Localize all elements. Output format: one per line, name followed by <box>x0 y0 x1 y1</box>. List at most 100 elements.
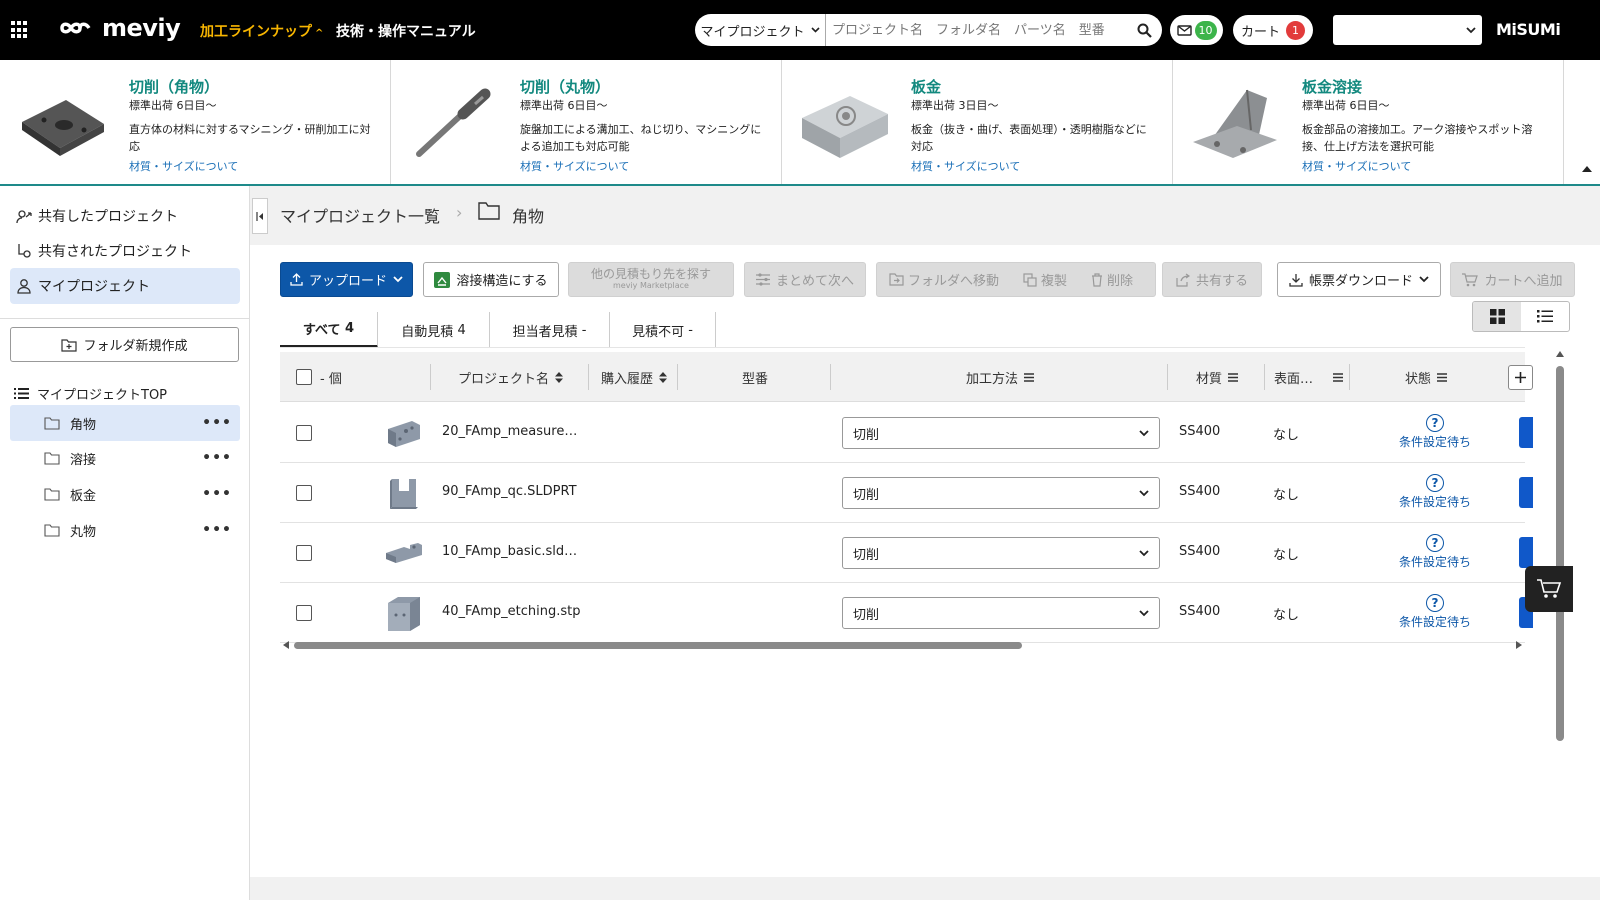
chevron-down-icon <box>1419 276 1429 283</box>
add-column-button[interactable] <box>1508 365 1533 390</box>
status-link[interactable]: ? 条件設定待ち <box>1390 594 1480 630</box>
lineup-card-sheet-metal[interactable]: 板金 標準出荷 3日目～ 板金（抜き・曲げ、表面処理）・透明樹脂などに対応 材質… <box>782 60 1173 184</box>
col-status[interactable]: 状態 <box>1351 352 1501 402</box>
tree-root[interactable]: マイプロジェクトTOP <box>14 384 167 403</box>
col-surface[interactable]: 表面… <box>1266 352 1350 402</box>
tab-auto-quote[interactable]: 自動見積 4 <box>378 312 490 348</box>
folder-item[interactable]: 板金 ••• <box>10 476 240 512</box>
filter-icon <box>1228 372 1238 382</box>
method-select[interactable]: 切削 <box>842 477 1160 509</box>
folder-item[interactable]: 溶接 ••• <box>10 440 240 476</box>
sidebar-item-my-projects[interactable]: マイプロジェクト <box>10 268 240 304</box>
row-checkbox[interactable] <box>296 425 312 441</box>
apps-grid-icon[interactable] <box>11 21 29 39</box>
project-name[interactable]: 40_FAmp_etching.stp <box>442 604 582 619</box>
search-button[interactable] <box>1126 14 1162 46</box>
report-download-button[interactable]: 帳票ダウンロード <box>1277 262 1441 297</box>
tab-staff-quote[interactable]: 担当者見積 - <box>490 312 610 348</box>
table-row[interactable]: 90_FAmp_qc.SLDPRT 切削 SS400 なし ? 条件設定待ち <box>280 463 1533 523</box>
method-select[interactable]: 切削 <box>842 597 1160 629</box>
table-row[interactable]: 40_FAmp_etching.stp 切削 SS400 なし ? 条件設定待ち <box>280 583 1533 643</box>
status-link[interactable]: ? 条件設定待ち <box>1390 474 1480 510</box>
col-method[interactable]: 加工方法 <box>832 352 1168 402</box>
lineup-card-round-cutting[interactable]: 切削（丸物） 標準出荷 6日目～ 旋盤加工による溝加工、ねじ切り、マシニングによ… <box>391 60 782 184</box>
delete-button[interactable]: 削除 <box>1107 270 1133 289</box>
folder-item[interactable]: 角物 ••• <box>10 405 240 441</box>
row-checkbox[interactable] <box>296 605 312 621</box>
part-thumbnail[interactable] <box>384 473 424 513</box>
misumi-logo[interactable]: MiSUMi <box>1496 20 1561 39</box>
row-action-tab[interactable] <box>1519 417 1533 448</box>
scroll-up-icon[interactable] <box>1556 351 1564 357</box>
horizontal-scrollbar[interactable] <box>280 638 1525 652</box>
table-row[interactable]: 10_FAmp_basic.sldprt 切削 SS400 なし ? 条件設定待ち <box>280 523 1533 583</box>
project-name[interactable]: 10_FAmp_basic.sldprt <box>442 544 582 559</box>
breadcrumb-root[interactable]: マイプロジェクト一覧 <box>280 203 440 227</box>
share-button[interactable]: 共有する <box>1162 262 1262 297</box>
grid-view-button[interactable] <box>1473 302 1521 331</box>
lineup-card-link[interactable]: 材質・サイズについて <box>520 158 629 174</box>
account-select[interactable] <box>1333 15 1482 45</box>
vertical-scroll-thumb[interactable] <box>1556 366 1564 741</box>
lineup-card-link[interactable]: 材質・サイズについて <box>911 158 1020 174</box>
new-folder-button[interactable]: フォルダ新規作成 <box>10 327 239 362</box>
floating-cart-button[interactable] <box>1525 566 1573 612</box>
add-to-cart-button[interactable]: カートへ追加 <box>1450 262 1575 297</box>
method-value: 切削 <box>853 607 880 623</box>
chevron-down-icon <box>1139 549 1149 556</box>
tab-not-quotable[interactable]: 見積不可 - <box>610 312 716 348</box>
table-row[interactable]: 20_FAmp_measurem… 切削 SS400 なし ? 条件設定待ち <box>280 403 1533 463</box>
lineup-card-link[interactable]: 材質・サイズについて <box>1302 158 1411 174</box>
more-options-icon[interactable]: ••• <box>202 450 232 466</box>
sidebar-item-shared-by-me[interactable]: 共有したプロジェクト <box>10 198 240 234</box>
method-select[interactable]: 切削 <box>842 417 1160 449</box>
col-material[interactable]: 材質 <box>1169 352 1265 402</box>
batch-next-button[interactable]: まとめて次へ <box>744 262 866 297</box>
horizontal-scroll-thumb[interactable] <box>294 642 1022 649</box>
lineup-card-link[interactable]: 材質・サイズについて <box>129 158 238 174</box>
move-folder-button[interactable]: フォルダへ移動 <box>908 270 999 289</box>
search-scope-select[interactable]: マイプロジェクト <box>695 14 826 46</box>
collapse-up-icon[interactable] <box>1582 165 1592 172</box>
status-link[interactable]: ? 条件設定待ち <box>1390 414 1480 450</box>
nav-lineup-link[interactable]: 加工ラインナップ ^ <box>200 21 323 41</box>
lineup-card-sheet-welding[interactable]: 板金溶接 標準出荷 6日目～ 板金部品の溶接加工。アーク溶接やスポット溶接、仕上… <box>1173 60 1564 184</box>
row-action-tab[interactable] <box>1519 477 1533 508</box>
part-thumbnail[interactable] <box>384 593 424 633</box>
scroll-right-icon[interactable] <box>1516 641 1522 649</box>
col-history[interactable]: 購入履歴 <box>590 352 678 402</box>
list-view-icon <box>1537 310 1553 323</box>
more-options-icon[interactable]: ••• <box>202 522 232 538</box>
row-checkbox[interactable] <box>296 485 312 501</box>
copy-button[interactable]: 複製 <box>1041 270 1067 289</box>
sidebar-item-shared-with-me[interactable]: 共有されたプロジェクト <box>10 233 240 269</box>
list-view-button[interactable] <box>1521 302 1569 331</box>
collapse-sidebar-button[interactable] <box>252 198 268 234</box>
folder-item[interactable]: 丸物 ••• <box>10 512 240 548</box>
more-options-icon[interactable]: ••• <box>202 415 232 431</box>
project-name[interactable]: 90_FAmp_qc.SLDPRT <box>442 484 582 499</box>
nav-manual-link[interactable]: 技術・操作マニュアル <box>336 21 476 41</box>
select-all-checkbox[interactable] <box>296 369 312 385</box>
method-select[interactable]: 切削 <box>842 537 1160 569</box>
cart-button[interactable]: カート 1 <box>1233 15 1313 45</box>
search-input[interactable] <box>826 22 1126 38</box>
meviy-logo[interactable]: meviy <box>58 14 181 42</box>
other-quote-button[interactable]: 他の見積もり先を探す meviy Marketplace <box>568 262 734 297</box>
part-thumbnail[interactable] <box>384 413 424 453</box>
tab-all[interactable]: すべて 4 <box>280 312 378 348</box>
lineup-card-square-cutting[interactable]: 切削（角物） 標準出荷 6日目～ 直方体の材料に対するマシニング・研削加工に対応… <box>0 60 391 184</box>
part-thumbnail[interactable] <box>384 533 424 573</box>
scroll-left-icon[interactable] <box>283 641 289 649</box>
status-link[interactable]: ? 条件設定待ち <box>1390 534 1480 570</box>
row-action-tab[interactable] <box>1519 537 1533 568</box>
more-options-icon[interactable]: ••• <box>202 486 232 502</box>
col-project-name[interactable]: プロジェクト名 <box>432 352 589 402</box>
vertical-scrollbar[interactable] <box>1555 346 1565 746</box>
row-checkbox[interactable] <box>296 545 312 561</box>
project-name[interactable]: 20_FAmp_measurem… <box>442 424 582 439</box>
mail-button[interactable]: 10 <box>1170 15 1223 45</box>
material-value: SS400 <box>1179 544 1221 559</box>
weld-structure-button[interactable]: 溶接構造にする <box>423 262 559 297</box>
upload-button[interactable]: アップロード <box>280 262 413 297</box>
